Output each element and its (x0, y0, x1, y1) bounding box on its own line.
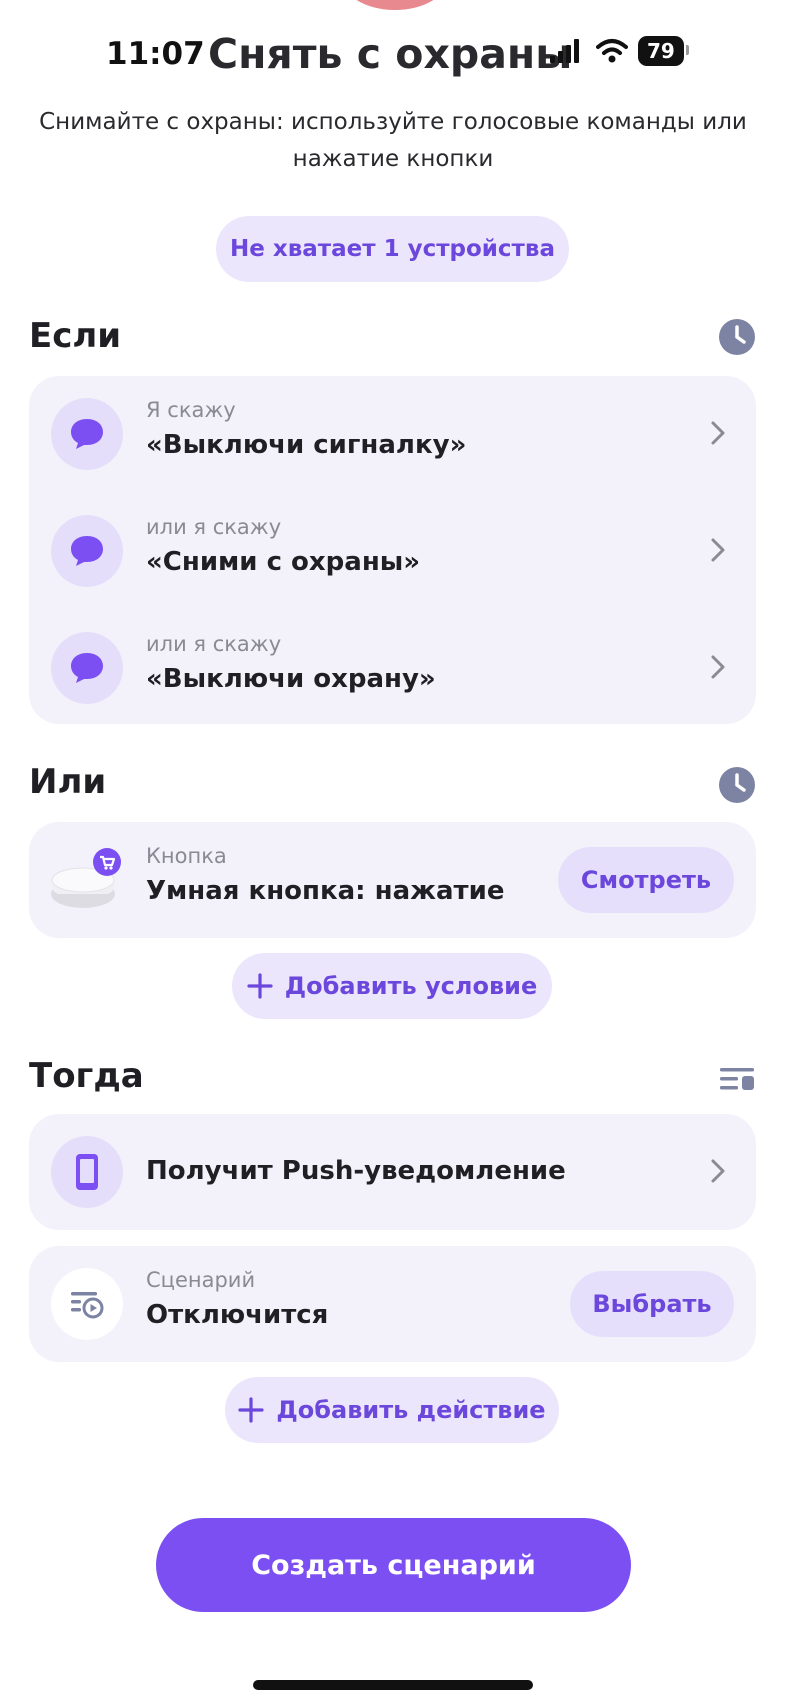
add-condition-button[interactable]: Добавить условие (232, 953, 552, 1019)
scenario-action-row[interactable]: Сценарий Отключится Выбрать (29, 1254, 756, 1354)
voice-condition-row[interactable]: или я скажу «Выключи охрану» (29, 618, 756, 718)
status-bar-icons: 79 (548, 36, 689, 66)
action-caption: Сценарий (146, 1268, 256, 1292)
condition-caption: Кнопка (146, 844, 227, 868)
condition-phrase: «Выключи сигналку» (146, 430, 467, 460)
smart-button-card[interactable]: Кнопка Умная кнопка: нажатие Смотреть (29, 822, 756, 938)
section-title-then: Тогда (29, 1056, 144, 1096)
condition-caption: Я скажу (146, 398, 236, 422)
missing-devices-chip[interactable]: Не хватает 1 устройства (216, 216, 569, 282)
subtitle-line: нажатие кнопки (292, 146, 494, 172)
home-indicator[interactable] (253, 1680, 533, 1690)
add-action-label: Добавить действие (276, 1396, 546, 1424)
top-avatar-fragment (340, 0, 450, 10)
condition-caption: или я скажу (146, 632, 282, 656)
status-time: 11:07 (106, 36, 205, 72)
add-condition-label: Добавить условие (284, 972, 538, 1000)
action-text: Отключится (146, 1300, 329, 1330)
chevron-right-icon (711, 421, 725, 445)
view-button[interactable]: Смотреть (558, 847, 734, 913)
add-action-button[interactable]: Добавить действие (225, 1377, 559, 1443)
page-subtitle: Снимайте с охраны: используйте голосовые… (30, 104, 756, 178)
scenario-action-card[interactable]: Сценарий Отключится Выбрать (29, 1246, 756, 1362)
chat-bubble-icon (51, 515, 123, 587)
chevron-right-icon (711, 538, 725, 562)
voice-condition-row[interactable]: или я скажу «Сними с охраны» (29, 501, 756, 601)
page-title: Снять с охраны (208, 30, 573, 78)
condition-caption: или я скажу (146, 515, 282, 539)
condition-phrase: «Выключи охрану» (146, 664, 436, 694)
action-text: Получит Push-уведомление (146, 1156, 566, 1186)
smart-button-row[interactable]: Кнопка Умная кнопка: нажатие Смотреть (29, 830, 756, 930)
wifi-icon (596, 39, 628, 63)
choose-button[interactable]: Выбрать (570, 1271, 734, 1337)
list-settings-icon[interactable] (718, 1060, 756, 1098)
conditions-card: Я скажу «Выключи сигналку» или я скажу «… (29, 376, 756, 724)
scenario-icon (51, 1268, 123, 1340)
plus-icon (247, 973, 273, 999)
section-title-or: Или (29, 762, 107, 802)
voice-condition-row[interactable]: Я скажу «Выключи сигналку» (29, 384, 756, 484)
subtitle-line: Снимайте с охраны: используйте голосовые… (39, 109, 747, 135)
condition-text: Умная кнопка: нажатие (146, 876, 505, 906)
phone-icon (51, 1136, 123, 1208)
create-scenario-button[interactable]: Создать сценарий (156, 1518, 631, 1612)
condition-phrase: «Сними с охраны» (146, 547, 421, 577)
chat-bubble-icon (51, 632, 123, 704)
clock-icon[interactable] (718, 318, 756, 356)
push-action-card[interactable]: Получит Push-уведомление (29, 1114, 756, 1230)
battery-indicator: 79 (638, 36, 689, 66)
chevron-right-icon (711, 1159, 725, 1183)
push-action-row[interactable]: Получит Push-уведомление (29, 1122, 756, 1222)
chat-bubble-icon (51, 398, 123, 470)
chevron-right-icon (711, 655, 725, 679)
cellular-signal-icon (550, 39, 579, 63)
clock-icon[interactable] (718, 766, 756, 804)
section-title-if: Если (29, 316, 122, 356)
plus-icon (238, 1397, 265, 1423)
smart-button-device-icon (49, 844, 125, 920)
